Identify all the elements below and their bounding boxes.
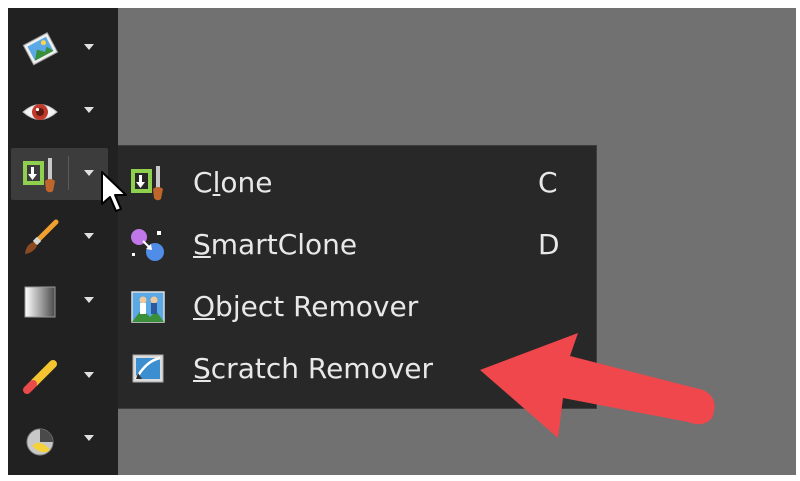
chevron-down-icon[interactable]	[84, 297, 94, 303]
gradient-square-icon	[24, 286, 56, 318]
eraser-tool-button[interactable]	[8, 348, 118, 404]
scratch-remover-icon	[132, 354, 164, 383]
brush-tool-button[interactable]	[8, 209, 118, 265]
eye-icon	[22, 104, 58, 120]
menu-item-smartclone[interactable]: SmartClone D	[118, 214, 596, 276]
chevron-down-icon[interactable]	[84, 233, 94, 239]
object-remover-icon	[131, 291, 165, 323]
paintbrush-icon	[25, 219, 59, 254]
menu-item-label: Clone	[193, 166, 272, 199]
menu-item-label: SmartClone	[193, 228, 357, 261]
chevron-down-icon[interactable]	[84, 372, 94, 378]
chevron-down-icon[interactable]	[84, 435, 94, 441]
menu-item-label: Scratch Remover	[193, 352, 433, 385]
shortcut-key: D	[538, 228, 560, 261]
mnemonic-letter: S	[193, 352, 211, 385]
label-text: martClone	[210, 228, 358, 261]
red-annotation-arrow	[480, 333, 715, 438]
shortcut-key: C	[538, 166, 558, 199]
menu-item-label: Object Remover	[193, 290, 418, 323]
label-text: one	[220, 166, 273, 199]
clone-stamp-icon	[131, 166, 163, 201]
red-eye-tool-button[interactable]	[8, 83, 118, 139]
menu-item-clone[interactable]: Clone C	[118, 152, 596, 214]
menu-item-object-remover[interactable]: Object Remover	[118, 276, 596, 338]
tool-separator	[68, 156, 69, 190]
chevron-down-icon[interactable]	[84, 170, 94, 176]
photo-tool-button[interactable]	[8, 20, 118, 76]
app-canvas: Clone C SmartClone D Object Remover Scra…	[8, 8, 796, 475]
chevron-down-icon[interactable]	[84, 44, 94, 50]
label-text: C	[193, 166, 213, 199]
smartclone-icon	[131, 229, 164, 261]
gradient-tool-button[interactable]	[8, 273, 118, 329]
label-text: bject Remover	[215, 290, 419, 323]
clone-stamp-icon	[23, 158, 55, 193]
eraser-icon	[23, 360, 57, 394]
landscape-photo-icon	[22, 32, 59, 66]
tools-toolbar	[8, 8, 118, 475]
chevron-down-icon[interactable]	[84, 107, 94, 113]
dodge-burn-tool-button[interactable]	[8, 411, 118, 467]
dodge-burn-icon	[26, 428, 54, 456]
label-text: cratch Remover	[210, 352, 434, 385]
mouse-pointer-icon	[101, 171, 127, 212]
mnemonic-letter: S	[193, 228, 211, 261]
mnemonic-letter: O	[193, 290, 216, 323]
